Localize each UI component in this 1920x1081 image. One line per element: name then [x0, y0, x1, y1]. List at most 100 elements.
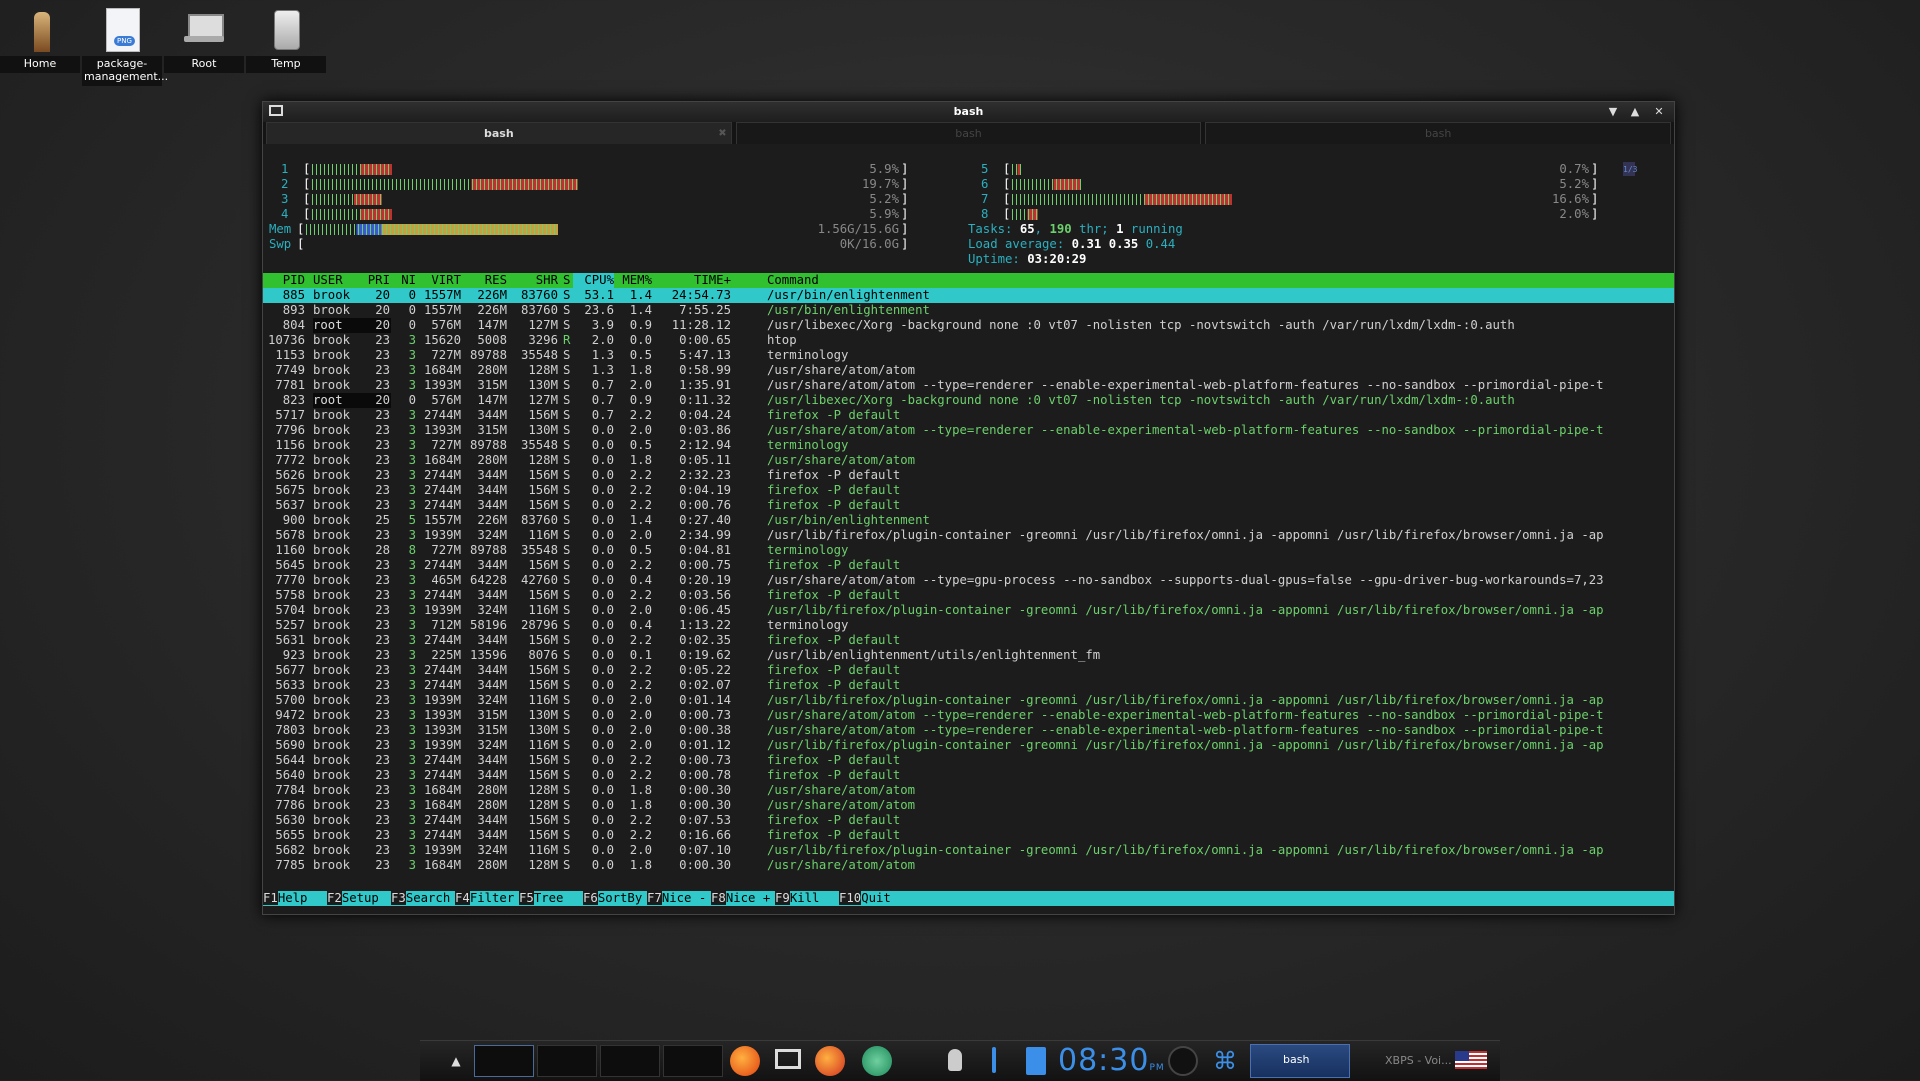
desktop-icon-package-management[interactable]: package-management... — [82, 2, 168, 86]
process-row[interactable]: 823 root 20 0 576M 147M 127M S 0.7 0.9 0:11.32/usr… — [263, 393, 1674, 408]
col-state[interactable]: S — [563, 273, 570, 288]
col-cpu[interactable]: CPU% — [573, 273, 614, 288]
process-priority: 23 — [375, 768, 390, 782]
process-row[interactable]: 7784 brook 23 3 1684M 280M 128M S 0.0 1.8 0:00.30 /… — [263, 783, 1674, 798]
process-row[interactable]: 5637 brook 23 3 2744M 344M 156M S 0.0 2.2 0:00.76 f… — [263, 498, 1674, 513]
fkey-kill[interactable]: F9Kill — [775, 891, 819, 906]
col-user[interactable]: USER — [313, 273, 343, 288]
process-row[interactable]: 7772 brook 23 3 1684M 280M 128M S 0.0 1.8 0:05.11 /… — [263, 453, 1674, 468]
firefox-icon[interactable] — [815, 1046, 845, 1076]
tab-bash-3[interactable]: bash — [1205, 122, 1672, 144]
moon-icon[interactable] — [1168, 1046, 1198, 1076]
col-command[interactable]: Command — [767, 273, 819, 288]
taskbar-menu-arrow-icon[interactable]: ▲ — [446, 1044, 466, 1078]
process-row[interactable]: 900 brook 25 5 1557M 226M 83760 S 0.0 1.4 0:27.40 /… — [263, 513, 1674, 528]
fkey-tree[interactable]: F5Tree — [519, 891, 563, 906]
pager-desktop-2[interactable] — [537, 1045, 597, 1077]
tab-bash-2[interactable]: bash — [735, 122, 1202, 144]
tab-bash-1[interactable]: bash ✖ — [266, 122, 732, 144]
process-row[interactable]: 885 brook 20 0 1557M 226M 83760 S 53.1 1.4 24:54.7… — [263, 288, 1674, 303]
clipboard-icon[interactable] — [1026, 1047, 1046, 1075]
process-table-header[interactable]: PID USER PRI NI VIRT RES SHR S CPU% MEM%… — [263, 273, 1674, 288]
process-row[interactable]: 5675 brook 23 3 2744M 344M 156M S 0.0 2.2 0:04.19 f… — [263, 483, 1674, 498]
fkey-help[interactable]: F1Help — [263, 891, 307, 906]
close-icon[interactable]: ✕ — [1650, 102, 1668, 122]
fkey-sortby[interactable]: F6SortBy — [583, 891, 642, 906]
terminal-icon[interactable] — [775, 1049, 801, 1069]
taskbar-task-xbps[interactable]: XBPS - Voi... — [1355, 1044, 1453, 1078]
process-row[interactable]: 10736 brook 23 3 15620 5008 3296 R 2.0 0.0 0:00.65… — [263, 333, 1674, 348]
taskbar-task-bash[interactable]: bash — [1250, 1044, 1350, 1078]
desktop-icon-home[interactable]: Home — [0, 2, 80, 73]
tab-close-icon[interactable]: ✖ — [718, 123, 726, 145]
col-time[interactable]: TIME+ — [655, 273, 731, 288]
pager-desktop-1[interactable] — [474, 1045, 534, 1077]
process-user: brook — [313, 858, 351, 872]
process-row[interactable]: 923 brook 23 3 225M 13596 8076 S 0.0 0.1 0:19.62/u… — [263, 648, 1674, 663]
col-pri[interactable]: PRI — [363, 273, 390, 288]
process-row[interactable]: 893 brook 20 0 1557M 226M 83760 S 23.6 1.4 7:55.25… — [263, 303, 1674, 318]
process-row[interactable]: 5644 brook 23 3 2744M 344M 156M S 0.0 2.2 0:00.73 f… — [263, 753, 1674, 768]
process-row[interactable]: 1156 brook 23 3 727M 89788 35548 S 0.0 0.5 2:12.94… — [263, 438, 1674, 453]
process-row[interactable]: 7796 brook 23 3 1393M 315M 130M S 0.0 2.0 0:03.86 /… — [263, 423, 1674, 438]
process-priority: 23 — [375, 528, 390, 542]
process-row[interactable]: 5257 brook 23 3 712M 58196 28796 S 0.0 0.4 1:13.22… — [263, 618, 1674, 633]
process-row[interactable]: 5631 brook 23 3 2744M 344M 156M S 0.0 2.2 0:02.35 f… — [263, 633, 1674, 648]
process-row[interactable]: 5655 brook 23 3 2744M 344M 156M S 0.0 2.2 0:16.66 f… — [263, 828, 1674, 843]
htop-terminal[interactable]: 1/3 Tasks: 65, 190 thr; 1 running Load a… — [263, 144, 1674, 914]
fkey-nice[interactable]: F7Nice - — [647, 891, 706, 906]
process-row[interactable]: 5626 brook 23 3 2744M 344M 156M S 0.0 2.2 2:32.23 f… — [263, 468, 1674, 483]
process-row[interactable]: 1160 brook 28 8 727M 89788 35548 S 0.0 0.5 0:04.81… — [263, 543, 1674, 558]
process-res: 147M — [477, 393, 507, 407]
process-row[interactable]: 5717 brook 23 3 2744M 344M 156M S 0.7 2.2 0:04.24 f… — [263, 408, 1674, 423]
process-row[interactable]: 5758 brook 23 3 2744M 344M 156M S 0.0 2.2 0:03.56 f… — [263, 588, 1674, 603]
process-row[interactable]: 1153 brook 23 3 727M 89788 35548 S 1.3 0.5 5:47.13… — [263, 348, 1674, 363]
minimize-icon[interactable]: ▼ — [1604, 102, 1622, 122]
col-mem[interactable]: MEM% — [618, 273, 652, 288]
process-row[interactable]: 804 root 20 0 576M 147M 127M S 3.9 0.9 11:28.12/us… — [263, 318, 1674, 333]
fkey-quit[interactable]: F10Quit — [839, 891, 891, 906]
process-row[interactable]: 5677 brook 23 3 2744M 344M 156M S 0.0 2.2 0:05.22 f… — [263, 663, 1674, 678]
process-row[interactable]: 7785 brook 23 3 1684M 280M 128M S 0.0 1.8 0:00.30 /… — [263, 858, 1674, 873]
flag-icon[interactable] — [1455, 1051, 1487, 1069]
window-titlebar[interactable]: bash ▼ ▲ ✕ — [263, 102, 1674, 122]
firefox-icon[interactable] — [730, 1046, 760, 1076]
fkey-filter[interactable]: F4Filter — [455, 891, 514, 906]
process-virt: 2744M — [423, 663, 461, 677]
wifi-icon[interactable]: ⌘ — [1210, 1044, 1240, 1078]
process-row[interactable]: 5678 brook 23 3 1939M 324M 116M S 0.0 2.0 2:34.99 /… — [263, 528, 1674, 543]
process-row[interactable]: 9472 brook 23 3 1393M 315M 130M S 0.0 2.0 0:00.73 /… — [263, 708, 1674, 723]
process-row[interactable]: 5682 brook 23 3 1939M 324M 116M S 0.0 2.0 0:07.10 /… — [263, 843, 1674, 858]
process-row[interactable]: 5645 brook 23 3 2744M 344M 156M S 0.0 2.2 0:00.75 f… — [263, 558, 1674, 573]
pager-desktop-4[interactable] — [663, 1045, 723, 1077]
process-row[interactable]: 5704 brook 23 3 1939M 324M 116M S 0.0 2.0 0:06.45 /… — [263, 603, 1674, 618]
thermometer-icon[interactable] — [992, 1047, 996, 1073]
process-row[interactable]: 7770 brook 23 3 465M 64228 42760 S 0.0 0.4 0:20.19… — [263, 573, 1674, 588]
process-row[interactable]: 5633 brook 23 3 2744M 344M 156M S 0.0 2.2 0:02.07 f… — [263, 678, 1674, 693]
col-shr[interactable]: SHR — [508, 273, 558, 288]
lightbulb-icon[interactable] — [948, 1049, 962, 1071]
fkey-setup[interactable]: F2Setup — [327, 891, 379, 906]
maximize-icon[interactable]: ▲ — [1626, 102, 1644, 122]
network-icon[interactable] — [862, 1046, 892, 1076]
process-row[interactable]: 7749 brook 23 3 1684M 280M 128M S 1.3 1.8 0:58.99 /… — [263, 363, 1674, 378]
process-row[interactable]: 5690 brook 23 3 1939M 324M 116M S 0.0 2.0 0:01.12 /… — [263, 738, 1674, 753]
fkey-nice[interactable]: F8Nice + — [711, 891, 770, 906]
clock[interactable]: 08:30PM — [1058, 1043, 1165, 1078]
process-row[interactable]: 7803 brook 23 3 1393M 315M 130M S 0.0 2.0 0:00.38 /… — [263, 723, 1674, 738]
process-time: 0:00.65 — [679, 333, 731, 347]
process-row[interactable]: 7786 brook 23 3 1684M 280M 128M S 0.0 1.8 0:00.30 /… — [263, 798, 1674, 813]
fkey-search[interactable]: F3Search — [391, 891, 450, 906]
process-mem: 2.0 — [629, 708, 652, 722]
process-row[interactable]: 5630 brook 23 3 2744M 344M 156M S 0.0 2.2 0:07.53 f… — [263, 813, 1674, 828]
col-virt[interactable]: VIRT — [418, 273, 461, 288]
col-pid[interactable]: PID — [263, 273, 305, 288]
desktop-icon-root[interactable]: Root — [164, 2, 244, 73]
pager-desktop-3[interactable] — [600, 1045, 660, 1077]
col-ni[interactable]: NI — [391, 273, 416, 288]
col-res[interactable]: RES — [463, 273, 507, 288]
process-row[interactable]: 7781 brook 23 3 1393M 315M 130M S 0.7 2.0 1:35.91 /… — [263, 378, 1674, 393]
process-row[interactable]: 5640 brook 23 3 2744M 344M 156M S 0.0 2.2 0:00.78 f… — [263, 768, 1674, 783]
desktop-icon-temp[interactable]: Temp — [246, 2, 326, 73]
process-row[interactable]: 5700 brook 23 3 1939M 324M 116M S 0.0 2.0 0:01.14 /… — [263, 693, 1674, 708]
